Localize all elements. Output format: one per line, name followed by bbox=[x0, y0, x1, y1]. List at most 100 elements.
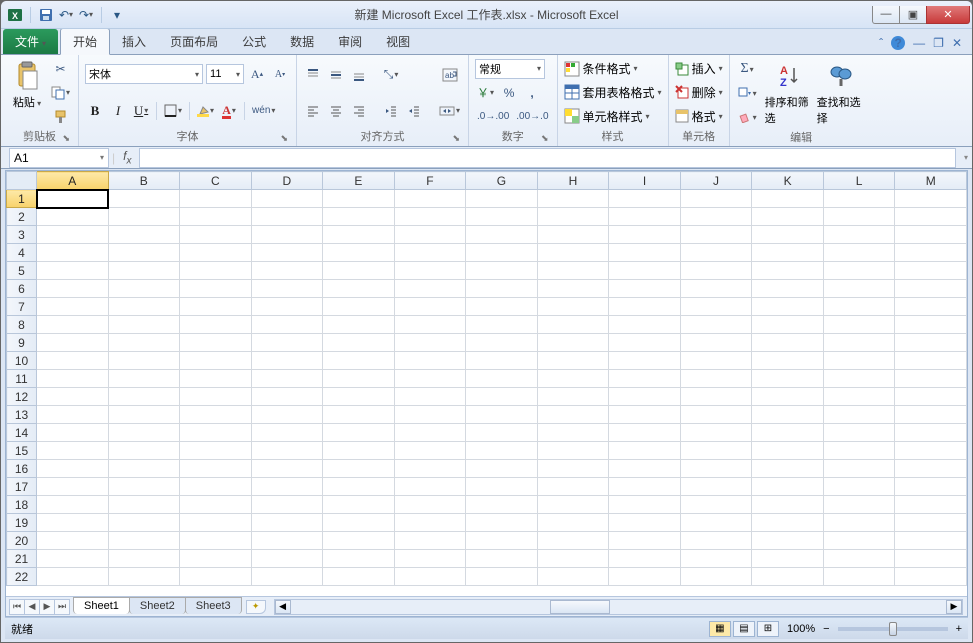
doc-minimize-icon[interactable]: — bbox=[913, 36, 925, 50]
row-header[interactable]: 8 bbox=[7, 316, 37, 334]
new-sheet-button[interactable]: ✦ bbox=[246, 600, 266, 614]
row-header[interactable]: 2 bbox=[7, 208, 37, 226]
cell[interactable] bbox=[609, 424, 681, 442]
cell[interactable] bbox=[394, 280, 466, 298]
row-header[interactable]: 9 bbox=[7, 334, 37, 352]
increase-decimal-icon[interactable]: .0→.00 bbox=[475, 107, 511, 127]
cell[interactable] bbox=[823, 370, 895, 388]
fill-color-button[interactable]: ▾ bbox=[195, 101, 216, 121]
conditional-format-button[interactable]: 条件格式▾ bbox=[564, 60, 662, 77]
row-header[interactable]: 14 bbox=[7, 424, 37, 442]
cell[interactable] bbox=[108, 442, 180, 460]
cell[interactable] bbox=[895, 568, 967, 586]
cell[interactable] bbox=[609, 496, 681, 514]
cell[interactable] bbox=[323, 280, 395, 298]
align-right-icon[interactable] bbox=[349, 101, 369, 121]
comma-style-icon[interactable]: , bbox=[522, 83, 542, 103]
italic-button[interactable]: I bbox=[108, 101, 128, 121]
row-header[interactable]: 5 bbox=[7, 262, 37, 280]
cell[interactable] bbox=[251, 496, 323, 514]
cell[interactable] bbox=[108, 370, 180, 388]
cell[interactable] bbox=[251, 550, 323, 568]
cell[interactable] bbox=[895, 226, 967, 244]
cell[interactable] bbox=[180, 316, 252, 334]
cell[interactable] bbox=[537, 550, 609, 568]
number-format-combo[interactable]: 常规▾ bbox=[475, 59, 545, 79]
cell[interactable] bbox=[37, 406, 109, 424]
cell[interactable] bbox=[323, 550, 395, 568]
cell[interactable] bbox=[37, 568, 109, 586]
cell[interactable] bbox=[680, 532, 752, 550]
cell[interactable] bbox=[752, 406, 824, 424]
row-header[interactable]: 19 bbox=[7, 514, 37, 532]
font-launcher-icon[interactable]: ⬊ bbox=[280, 133, 288, 144]
cell[interactable] bbox=[823, 334, 895, 352]
cell[interactable] bbox=[895, 334, 967, 352]
cell[interactable] bbox=[895, 208, 967, 226]
cell[interactable] bbox=[609, 478, 681, 496]
cell[interactable] bbox=[251, 406, 323, 424]
cell[interactable] bbox=[609, 352, 681, 370]
cell[interactable] bbox=[251, 280, 323, 298]
cell[interactable] bbox=[37, 334, 109, 352]
tab-view[interactable]: 视图 bbox=[374, 29, 422, 54]
cell[interactable] bbox=[609, 334, 681, 352]
cell[interactable] bbox=[180, 388, 252, 406]
cell[interactable] bbox=[823, 262, 895, 280]
cell[interactable] bbox=[752, 208, 824, 226]
cell[interactable] bbox=[466, 190, 538, 208]
cell[interactable] bbox=[108, 208, 180, 226]
cell[interactable] bbox=[752, 352, 824, 370]
column-header[interactable]: J bbox=[680, 172, 752, 190]
cell[interactable] bbox=[752, 532, 824, 550]
column-header[interactable]: L bbox=[823, 172, 895, 190]
cut-icon[interactable]: ✂ bbox=[49, 59, 72, 79]
cell[interactable] bbox=[680, 352, 752, 370]
tab-home[interactable]: 开始 bbox=[60, 28, 110, 55]
horizontal-scrollbar[interactable]: ◀ ▶ bbox=[274, 599, 963, 615]
cell[interactable] bbox=[752, 496, 824, 514]
cell[interactable] bbox=[823, 442, 895, 460]
cell[interactable] bbox=[537, 460, 609, 478]
cell[interactable] bbox=[752, 568, 824, 586]
cell[interactable] bbox=[251, 316, 323, 334]
cell[interactable] bbox=[895, 442, 967, 460]
cell[interactable] bbox=[466, 478, 538, 496]
cell[interactable] bbox=[37, 208, 109, 226]
column-header[interactable]: M bbox=[895, 172, 967, 190]
cell[interactable] bbox=[251, 460, 323, 478]
cell[interactable] bbox=[466, 280, 538, 298]
cell[interactable] bbox=[37, 424, 109, 442]
row-header[interactable]: 20 bbox=[7, 532, 37, 550]
cell[interactable] bbox=[180, 460, 252, 478]
cell[interactable] bbox=[251, 208, 323, 226]
cell[interactable] bbox=[251, 262, 323, 280]
cell[interactable] bbox=[394, 208, 466, 226]
cell[interactable] bbox=[466, 352, 538, 370]
cell[interactable] bbox=[752, 442, 824, 460]
cell[interactable] bbox=[323, 244, 395, 262]
cell[interactable] bbox=[37, 298, 109, 316]
cell[interactable] bbox=[537, 334, 609, 352]
column-header[interactable]: D bbox=[251, 172, 323, 190]
cell[interactable] bbox=[823, 406, 895, 424]
cell[interactable] bbox=[180, 514, 252, 532]
help-icon[interactable]: ? bbox=[891, 36, 905, 50]
cell[interactable] bbox=[394, 226, 466, 244]
cell[interactable] bbox=[537, 208, 609, 226]
column-header[interactable]: K bbox=[752, 172, 824, 190]
cell[interactable] bbox=[680, 478, 752, 496]
cell[interactable] bbox=[895, 298, 967, 316]
cell[interactable] bbox=[537, 514, 609, 532]
cell[interactable] bbox=[323, 568, 395, 586]
cell[interactable] bbox=[823, 424, 895, 442]
minimize-ribbon-icon[interactable]: ˆ bbox=[879, 36, 883, 50]
cell[interactable] bbox=[752, 262, 824, 280]
cell[interactable] bbox=[37, 388, 109, 406]
cell[interactable] bbox=[895, 532, 967, 550]
cell[interactable] bbox=[108, 244, 180, 262]
cell[interactable] bbox=[680, 208, 752, 226]
cell[interactable] bbox=[680, 406, 752, 424]
cell[interactable] bbox=[823, 514, 895, 532]
align-center-icon[interactable] bbox=[326, 101, 346, 121]
